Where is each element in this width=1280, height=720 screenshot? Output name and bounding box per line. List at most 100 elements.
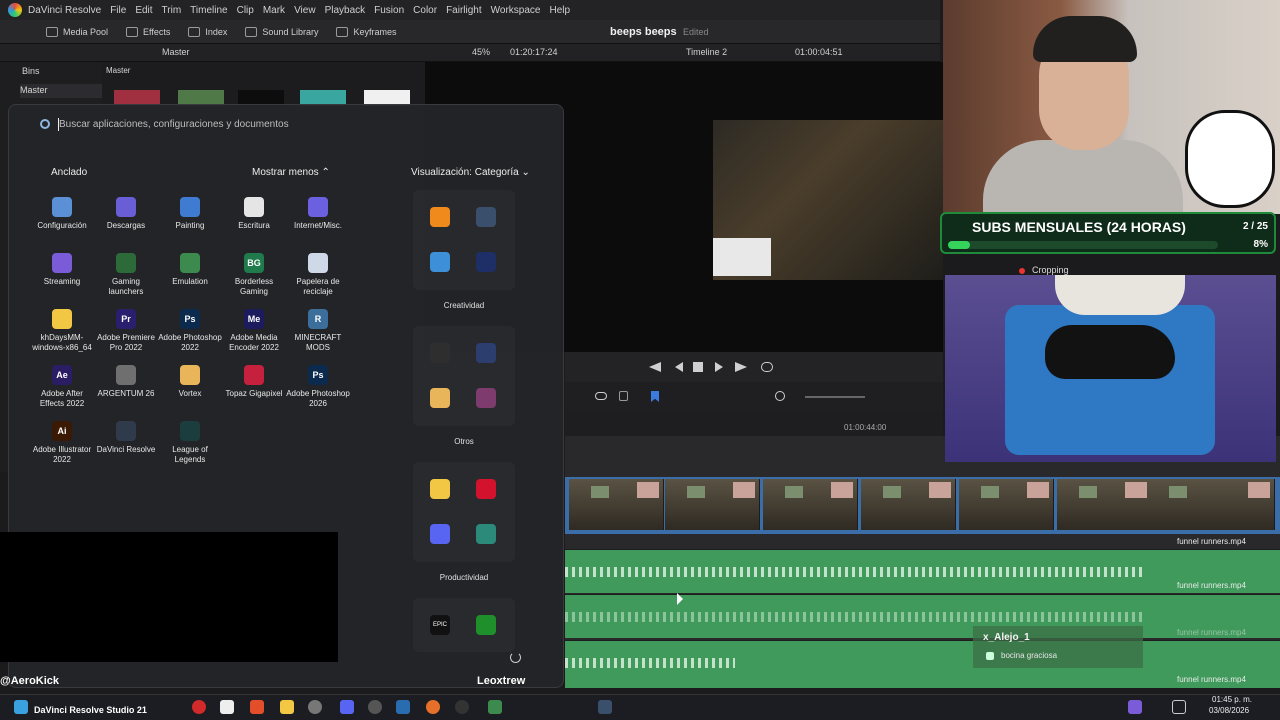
menu-fusion[interactable]: Fusion	[374, 5, 404, 16]
menu-mark[interactable]: Mark	[263, 5, 285, 16]
tray-icon[interactable]	[1128, 700, 1142, 714]
pinned-app[interactable]: Ae Adobe After Effects 2022	[30, 365, 94, 409]
taskbar-app-icon[interactable]	[368, 700, 382, 714]
pinned-app[interactable]: BG Borderless Gaming	[222, 253, 286, 297]
menu-workspace[interactable]: Workspace	[491, 5, 541, 16]
pinned-app[interactable]: Ps Adobe Photoshop 2026	[286, 365, 350, 409]
reverse-play-icon[interactable]	[675, 362, 683, 372]
taskbar-app-icon[interactable]	[488, 700, 502, 714]
menu-timeline[interactable]: Timeline	[190, 5, 227, 16]
clock-time[interactable]: 01:45 p. m.	[1212, 695, 1252, 704]
show-less-button[interactable]: Mostrar menos ⌃	[252, 167, 330, 178]
xbox-icon[interactable]	[476, 615, 496, 635]
photos-icon[interactable]	[430, 252, 450, 272]
streamlabs-icon[interactable]	[476, 343, 496, 363]
index-button[interactable]: Index	[188, 26, 227, 37]
pinned-app[interactable]: Gaming launchers	[94, 253, 158, 297]
menu-help[interactable]: Help	[549, 5, 570, 16]
video-clip-frame[interactable]	[1147, 479, 1275, 530]
link-icon[interactable]	[595, 392, 607, 400]
start-search-input[interactable]	[59, 114, 419, 134]
menu-playback[interactable]: Playback	[325, 5, 366, 16]
bin-master[interactable]: Master	[20, 84, 102, 98]
zoom-icon[interactable]	[775, 391, 785, 401]
start-button-icon[interactable]	[14, 700, 28, 714]
loop-icon[interactable]	[761, 362, 773, 372]
pinned-app[interactable]: Me Adobe Media Encoder 2022	[222, 309, 286, 353]
discord-icon[interactable]	[430, 524, 450, 544]
menu-fairlight[interactable]: Fairlight	[446, 5, 482, 16]
pinned-app[interactable]: Descargas	[94, 197, 158, 231]
menu-clip[interactable]: Clip	[237, 5, 254, 16]
stop-icon[interactable]	[693, 362, 703, 372]
adobe-group-icon[interactable]	[476, 252, 496, 272]
sound-library-button[interactable]: Sound Library	[245, 26, 318, 37]
taskbar-active-app[interactable]: DaVinci Resolve Studio 21	[34, 705, 147, 715]
taskbar-davinci-icon[interactable]	[598, 700, 612, 714]
power-icon[interactable]	[510, 652, 521, 663]
epic-games-icon[interactable]: EPIC	[430, 615, 450, 635]
pinned-app[interactable]: Escritura	[222, 197, 286, 231]
play-icon[interactable]	[715, 362, 723, 372]
pinned-app[interactable]: Pr Adobe Premiere Pro 2022	[94, 309, 158, 353]
menu-trim[interactable]: Trim	[162, 5, 182, 16]
timeline-name[interactable]: Timeline 2	[686, 47, 727, 57]
taskbar-file-explorer-icon[interactable]	[280, 700, 294, 714]
media-pool-button[interactable]: Media Pool	[46, 26, 108, 37]
category-group-creatividad[interactable]	[413, 190, 515, 290]
pinned-app[interactable]: Ai Adobe Illustrator 2022	[30, 421, 94, 465]
pinned-app[interactable]: Internet/Misc.	[286, 197, 350, 231]
taskbar-discord-icon[interactable]	[340, 700, 354, 714]
taskbar-app-icon[interactable]	[308, 700, 322, 714]
taskbar-obs-icon[interactable]	[455, 700, 469, 714]
category-group-otros[interactable]	[413, 326, 515, 426]
pinned-app[interactable]: Configuración	[30, 197, 94, 231]
audio-track-1[interactable]: funnel runners.mp4	[565, 549, 1280, 593]
apps-group-icon[interactable]	[476, 388, 496, 408]
pinned-app[interactable]: Emulation	[158, 253, 222, 287]
pinned-app[interactable]: ARGENTUM 26	[94, 365, 158, 399]
lock-icon[interactable]	[619, 391, 628, 401]
zoom-slider[interactable]	[805, 396, 865, 398]
audio-track-3[interactable]: funnel runners.mp4	[565, 640, 1280, 688]
video-clip-frame[interactable]	[959, 479, 1054, 530]
user-name[interactable]: Leoxtrew	[477, 675, 525, 687]
pinned-app[interactable]: League of Legends	[158, 421, 222, 465]
view-category-dropdown[interactable]: Visualización: Categoría ⌄	[411, 167, 530, 178]
category-group-productividad[interactable]	[413, 462, 515, 562]
menu-view[interactable]: View	[294, 5, 316, 16]
pinned-app[interactable]: Painting	[158, 197, 222, 231]
keyframes-button[interactable]: Keyframes	[336, 26, 396, 37]
network-icon[interactable]	[1172, 700, 1186, 714]
pinned-app[interactable]: Streaming	[30, 253, 94, 287]
file-explorer-icon[interactable]	[430, 479, 450, 499]
obs-icon[interactable]	[430, 343, 450, 363]
davinci-icon[interactable]	[476, 207, 496, 227]
video-clip-frame[interactable]	[763, 479, 858, 530]
pinned-app[interactable]: Vortex	[158, 365, 222, 399]
flag-icon[interactable]	[651, 391, 659, 402]
clock-date[interactable]: 03/08/2026	[1209, 706, 1249, 715]
menu-file[interactable]: File	[110, 5, 126, 16]
category-group-games[interactable]	[413, 598, 515, 652]
audio-track-2[interactable]: funnel runners.mp4	[565, 594, 1280, 638]
taskbar-app-icon[interactable]	[220, 700, 234, 714]
pinned-app[interactable]: khDaysMM-windows-x86_64	[30, 309, 94, 353]
vortex-icon[interactable]	[430, 388, 450, 408]
video-clip-frame[interactable]	[665, 479, 760, 530]
pinned-app[interactable]: DaVinci Resolve	[94, 421, 158, 455]
apps-group-icon[interactable]	[476, 524, 496, 544]
taskbar-steam-icon[interactable]	[396, 700, 410, 714]
taskbar-firefox-icon[interactable]	[426, 700, 440, 714]
effects-button[interactable]: Effects	[126, 26, 170, 37]
opera-icon[interactable]	[476, 479, 496, 499]
rewind-icon[interactable]	[649, 362, 661, 372]
pinned-app[interactable]: Papelera de reciclaje	[286, 253, 350, 297]
taskbar-app-icon[interactable]	[250, 700, 264, 714]
zoom-level[interactable]: 45%	[472, 47, 490, 57]
pinned-app[interactable]: Topaz Gigapixel	[222, 365, 286, 399]
fast-forward-icon[interactable]	[735, 362, 747, 372]
pinned-app[interactable]: Ps Adobe Photoshop 2022	[158, 309, 222, 353]
taskbar-app-icon[interactable]	[192, 700, 206, 714]
video-clip-frame[interactable]	[861, 479, 956, 530]
